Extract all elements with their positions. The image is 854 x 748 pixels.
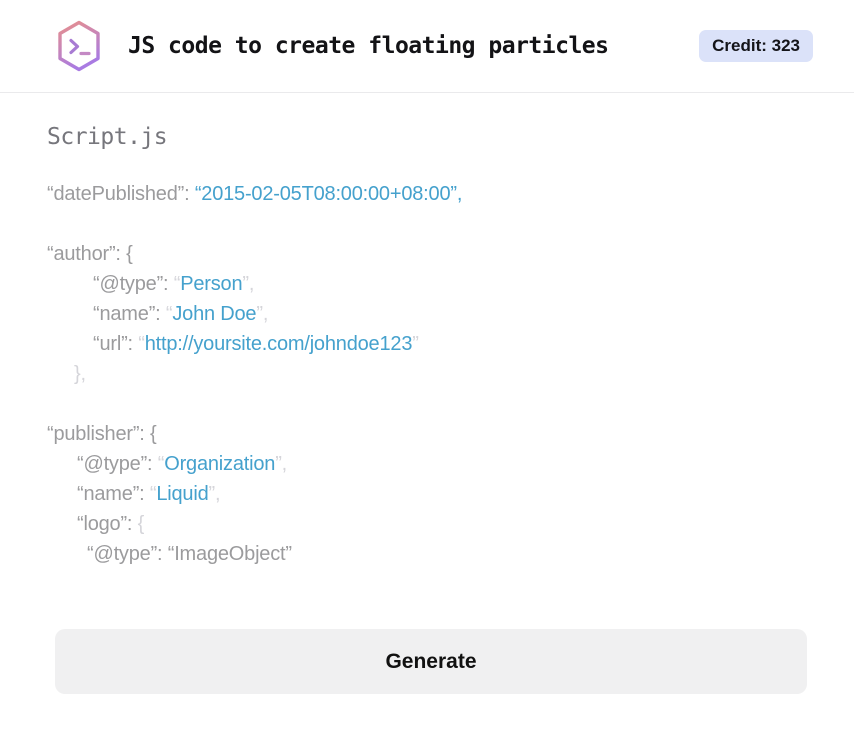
code-segment: ”,: [275, 453, 288, 475]
code-segment: “url”:: [93, 333, 139, 355]
code-segment: John Doe: [172, 303, 257, 325]
code-segment: ”,: [256, 303, 269, 325]
code-segment: “name”:: [93, 303, 166, 325]
generate-button[interactable]: Generate: [55, 629, 807, 694]
code-segment: “@type”: “ImageObject”: [87, 543, 292, 565]
code-segment: “2015-02-05T08:00:00+08:00”,: [194, 183, 463, 205]
code-segment: },: [74, 363, 86, 385]
script-filename: Script.js: [47, 124, 168, 150]
code-segment: http://yoursite.com/johndoe123: [144, 333, 413, 355]
code-line: “name”: “John Doe”,: [47, 299, 807, 329]
code-segment: ”,: [208, 483, 221, 505]
main-content: Script.js “datePublished”: “2015-02-05T0…: [0, 93, 854, 569]
code-line: “@type”: “Organization”,: [47, 449, 807, 479]
code-segment: {: [150, 423, 157, 445]
footer-actions: Generate: [0, 569, 854, 694]
credit-badge: Credit: 323: [699, 30, 813, 62]
code-segment: Person: [180, 273, 243, 295]
code-line: “publisher”: {: [47, 419, 807, 449]
code-segment: {: [126, 243, 133, 265]
code-line: “datePublished”: “2015-02-05T08:00:00+08…: [47, 179, 807, 209]
code-segment: “logo”:: [77, 513, 138, 535]
app-header: JS code to create floating particles Cre…: [0, 0, 854, 93]
code-segment: “author”:: [47, 243, 127, 265]
code-segment: “@type”:: [77, 453, 158, 475]
code-line: “@type”: “Person”,: [47, 269, 807, 299]
code-segment: Organization: [164, 453, 276, 475]
code-line: “logo”: {: [47, 509, 807, 539]
code-segment: Liquid: [156, 483, 209, 505]
code-segment: “@type”:: [93, 273, 174, 295]
code-line: “name”: “Liquid”,: [47, 479, 807, 509]
code-line: “url”: “http://yoursite.com/johndoe123”: [47, 329, 807, 359]
code-segment: “name”:: [77, 483, 150, 505]
code-line: },: [47, 359, 807, 389]
code-segment: “datePublished”:: [47, 183, 195, 205]
code-segment: “publisher”:: [47, 423, 150, 445]
code-segment: {: [137, 513, 145, 535]
code-line: “@type”: “ImageObject”: [47, 539, 807, 569]
code-line: “author”: {: [47, 239, 807, 269]
code-segment: ”,: [242, 273, 255, 295]
code-segment: ”: [412, 333, 419, 355]
page-title: JS code to create floating particles: [128, 33, 609, 59]
code-block: “datePublished”: “2015-02-05T08:00:00+08…: [47, 179, 807, 569]
terminal-prompt-hexagon-icon: [58, 20, 100, 72]
